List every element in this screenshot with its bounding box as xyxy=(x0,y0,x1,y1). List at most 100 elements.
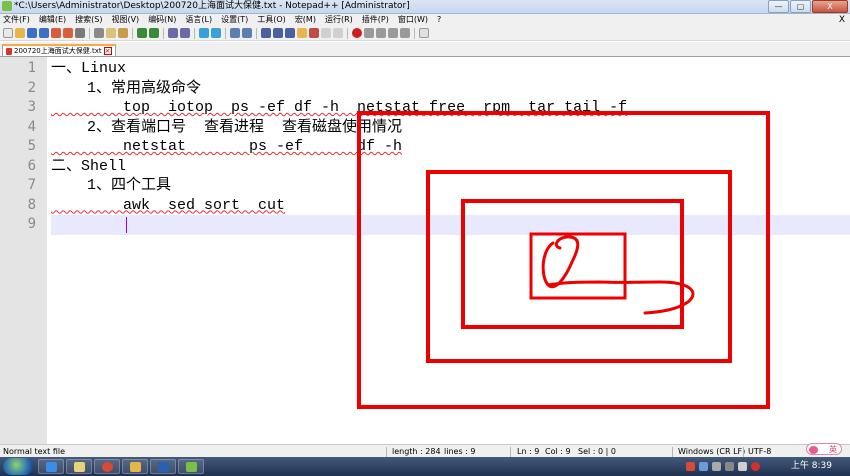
close-button[interactable]: X xyxy=(812,0,848,13)
menu-encoding[interactable]: 编码(N) xyxy=(148,14,176,26)
chrome-icon xyxy=(102,462,113,472)
taskbar-explorer[interactable] xyxy=(122,459,148,474)
menu-bar: 文件(F) 编辑(E) 搜索(S) 视图(V) 编码(N) 语言(L) 设置(T… xyxy=(0,14,850,26)
print-icon[interactable] xyxy=(75,28,85,38)
line-number: 5 xyxy=(27,138,36,154)
line-number: 7 xyxy=(27,177,36,193)
maximize-button[interactable]: ▢ xyxy=(790,0,811,13)
menu-window[interactable]: 窗口(W) xyxy=(398,14,428,26)
ime-indicator[interactable]: 英 xyxy=(806,443,842,455)
ime-label: 英 xyxy=(829,445,837,454)
folder-icon xyxy=(130,462,141,472)
start-button[interactable] xyxy=(3,458,33,475)
toolbar-separator xyxy=(89,27,90,39)
taskbar-notepad[interactable] xyxy=(66,459,92,474)
close-all-icon[interactable] xyxy=(63,28,73,38)
tray-monitor-icon[interactable] xyxy=(725,462,734,471)
play-macro-icon[interactable] xyxy=(376,28,386,38)
system-tray: 上午 8:39 xyxy=(680,457,850,476)
open-file-icon[interactable] xyxy=(15,28,25,38)
code-line: 1、四个工具 xyxy=(51,177,172,194)
line-number: 8 xyxy=(27,196,36,213)
notepad-plus-plus-icon xyxy=(186,462,197,472)
status-bar: Normal text file length : 284 lines : 9 … xyxy=(0,444,850,458)
taskbar-ie[interactable] xyxy=(38,459,64,474)
taskbar-word[interactable] xyxy=(150,459,176,474)
text-editor[interactable]: 一、Linux 1、常用高级命令 top iotop ps -ef df -h … xyxy=(51,57,850,444)
word-icon xyxy=(158,462,169,472)
find-icon[interactable] xyxy=(168,28,178,38)
text-caret xyxy=(126,217,127,233)
menu-plugins[interactable]: 插件(P) xyxy=(362,14,389,26)
record-macro-icon[interactable] xyxy=(352,28,362,38)
toolbar-separator xyxy=(194,27,195,39)
paste-icon[interactable] xyxy=(118,28,128,38)
window-title: *C:\Users\Administrator\Desktop\200720上海… xyxy=(14,1,410,11)
indent-guide-icon[interactable] xyxy=(285,28,295,38)
spell-check-icon[interactable] xyxy=(419,28,429,38)
toolbar-separator xyxy=(414,27,415,39)
menu-search[interactable]: 搜索(S) xyxy=(75,14,102,26)
tray-volume-icon[interactable] xyxy=(738,462,747,471)
undo-icon[interactable] xyxy=(137,28,147,38)
line-number: 6 xyxy=(27,157,36,174)
sync-scroll-v-icon[interactable] xyxy=(230,28,240,38)
menu-help[interactable]: ? xyxy=(437,14,441,26)
tab-document[interactable]: 200720上海面试大保健.txt × xyxy=(2,44,116,56)
close-file-icon[interactable] xyxy=(51,28,61,38)
menu-settings[interactable]: 设置(T) xyxy=(221,14,248,26)
code-line: netstat ps -ef df -h xyxy=(51,138,403,155)
doc-map-icon[interactable] xyxy=(309,28,319,38)
redo-icon[interactable] xyxy=(149,28,159,38)
save-all-icon[interactable] xyxy=(39,28,49,38)
minimize-button[interactable]: — xyxy=(768,0,789,13)
save-macro-icon[interactable] xyxy=(400,28,410,38)
line-number-gutter: 1 2 3 4 5 6 7 8 9 xyxy=(0,57,48,444)
notepad-plus-plus-icon xyxy=(2,1,12,11)
copy-icon[interactable] xyxy=(106,28,116,38)
toolbar-separator xyxy=(256,27,257,39)
menu-tools[interactable]: 工具(O) xyxy=(257,14,286,26)
status-divider xyxy=(510,447,511,457)
play-multiple-macro-icon[interactable] xyxy=(388,28,398,38)
status-divider xyxy=(743,447,744,457)
tray-up-arrow-icon[interactable] xyxy=(712,462,721,471)
taskbar-notepadpp[interactable] xyxy=(178,459,204,474)
unsaved-icon xyxy=(6,47,12,55)
function-list-icon[interactable] xyxy=(321,28,331,38)
show-all-chars-icon[interactable] xyxy=(273,28,283,38)
sync-scroll-h-icon[interactable] xyxy=(242,28,252,38)
window-controls: — ▢ X xyxy=(768,0,848,13)
cut-icon[interactable] xyxy=(94,28,104,38)
tab-label: 200720上海面试大保健.txt xyxy=(14,47,102,55)
new-file-icon[interactable] xyxy=(3,28,13,38)
document-close-x[interactable]: X xyxy=(839,14,845,26)
folder-workspace-icon[interactable] xyxy=(333,28,343,38)
word-wrap-icon[interactable] xyxy=(261,28,271,38)
menu-file[interactable]: 文件(F) xyxy=(3,14,30,26)
tray-network-icon[interactable] xyxy=(699,462,708,471)
taskbar-clock[interactable]: 上午 8:39 xyxy=(791,457,832,476)
menu-run[interactable]: 运行(R) xyxy=(325,14,353,26)
zoom-in-icon[interactable] xyxy=(199,28,209,38)
title-bar: *C:\Users\Administrator\Desktop\200720上海… xyxy=(0,0,850,14)
menu-language[interactable]: 语言(L) xyxy=(185,14,212,26)
save-icon[interactable] xyxy=(27,28,37,38)
taskbar-chrome[interactable] xyxy=(94,459,120,474)
tray-app-icon[interactable] xyxy=(686,462,695,471)
user-language-icon[interactable] xyxy=(297,28,307,38)
tray-record-icon[interactable] xyxy=(751,462,760,471)
replace-icon[interactable] xyxy=(180,28,190,38)
zoom-out-icon[interactable] xyxy=(211,28,221,38)
toolbar-separator xyxy=(225,27,226,39)
menu-view[interactable]: 视图(V) xyxy=(111,14,139,26)
tab-close-icon[interactable]: × xyxy=(103,47,112,55)
tab-bar: 200720上海面试大保健.txt × xyxy=(0,42,850,57)
stop-macro-icon[interactable] xyxy=(364,28,374,38)
menu-edit[interactable]: 编辑(E) xyxy=(39,14,66,26)
line-number: 9 xyxy=(27,216,36,232)
code-line: 2、查看端口号 查看进程 查看磁盘使用情况 xyxy=(51,118,403,136)
toolbar xyxy=(0,26,850,41)
ie-icon xyxy=(46,462,57,472)
menu-macro[interactable]: 宏(M) xyxy=(295,14,316,26)
